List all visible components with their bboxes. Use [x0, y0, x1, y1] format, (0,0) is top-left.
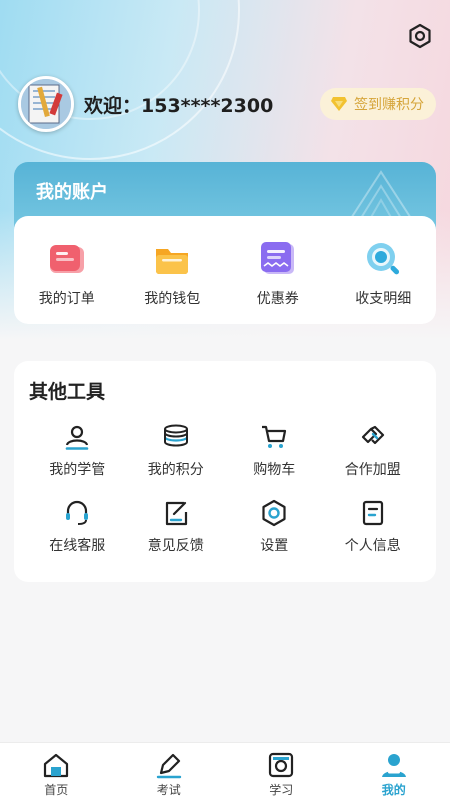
search-details-icon [363, 240, 403, 278]
headset-icon [61, 497, 93, 529]
profile-section: 欢迎：153****2300 [18, 76, 273, 132]
tool-label: 我的学管 [49, 462, 106, 478]
tool-label: 合作加盟 [344, 462, 401, 478]
coupon-icon [258, 240, 298, 278]
tool-partnership[interactable]: 合作加盟 [324, 421, 423, 479]
feedback-icon [160, 497, 192, 529]
tools-grid: 我的学管 我的积分 购物车 合作加盟 在线客服 意见反馈 设置 个人信息 [28, 421, 422, 555]
tab-home[interactable]: 首页 [16, 743, 96, 800]
wallet-icon [152, 240, 192, 278]
tab-label: 考试 [156, 783, 181, 797]
settings-gear-icon[interactable] [406, 22, 434, 50]
tab-label: 学习 [269, 783, 294, 797]
account-items: 我的订单 我的钱包 优惠券 收支明细 [14, 216, 436, 324]
tool-label: 在线客服 [49, 538, 106, 554]
tab-mine[interactable]: 我的 [354, 743, 434, 800]
signin-earn-points-button[interactable]: 签到赚积分 [320, 88, 436, 120]
account-item-label: 我的订单 [38, 291, 95, 307]
tool-label: 我的积分 [147, 462, 204, 478]
tab-label: 我的 [381, 783, 406, 797]
handshake-icon [357, 421, 389, 453]
tool-label: 设置 [260, 538, 289, 554]
welcome-text: 欢迎：153****2300 [84, 94, 274, 117]
tool-cart[interactable]: 购物车 [225, 421, 324, 479]
account-item-label: 收支明细 [355, 291, 412, 307]
exam-pen-icon [155, 751, 183, 779]
tool-label: 个人信息 [344, 538, 401, 554]
account-item-label: 我的钱包 [144, 291, 201, 307]
tool-settings[interactable]: 设置 [225, 497, 324, 555]
cart-icon [258, 421, 290, 453]
user-manager-icon [61, 421, 93, 453]
tool-feedback[interactable]: 意见反馈 [127, 497, 226, 555]
settings-icon [258, 497, 290, 529]
account-item-orders[interactable]: 我的订单 [17, 240, 117, 308]
tool-online-support[interactable]: 在线客服 [28, 497, 127, 555]
bottom-tab-bar: 首页 考试 学习 我的 [0, 742, 450, 800]
account-item-label: 优惠券 [256, 291, 299, 307]
signin-label: 签到赚积分 [354, 97, 424, 113]
tab-label: 首页 [44, 783, 69, 797]
diamond-icon [331, 97, 347, 111]
order-icon [47, 240, 87, 278]
tool-label: 购物车 [253, 462, 296, 478]
tool-personal-info[interactable]: 个人信息 [324, 497, 423, 555]
tool-my-points[interactable]: 我的积分 [127, 421, 226, 479]
account-item-coupons[interactable]: 优惠券 [228, 240, 328, 308]
study-icon [267, 751, 295, 779]
home-icon [42, 751, 70, 779]
account-item-wallet[interactable]: 我的钱包 [122, 240, 222, 308]
tab-study[interactable]: 学习 [241, 743, 321, 800]
points-stack-icon [160, 421, 192, 453]
avatar[interactable] [18, 76, 74, 132]
other-tools-card: 其他工具 我的学管 我的积分 购物车 合作加盟 在线客服 意见反馈 设置 个人信… [14, 361, 436, 582]
profile-doc-icon [357, 497, 389, 529]
tab-exam[interactable]: 考试 [129, 743, 209, 800]
account-title: 我的账户 [36, 182, 108, 203]
user-icon [380, 751, 408, 779]
tools-title: 其他工具 [29, 381, 106, 403]
account-item-transactions[interactable]: 收支明细 [333, 240, 433, 308]
tool-my-manager[interactable]: 我的学管 [28, 421, 127, 479]
my-account-card: 我的账户 我的订单 我的钱包 优惠券 收支明细 [14, 162, 436, 324]
tool-label: 意见反馈 [147, 538, 204, 554]
